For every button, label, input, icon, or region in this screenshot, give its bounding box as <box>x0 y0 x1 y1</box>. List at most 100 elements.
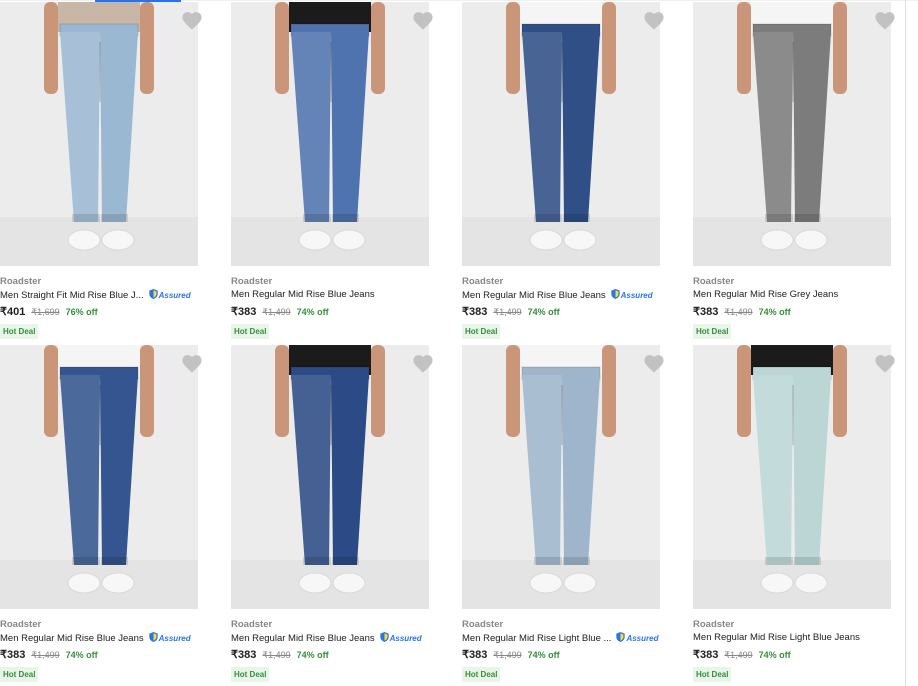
product-price: ₹383 <box>462 649 488 661</box>
shield-icon <box>610 289 620 301</box>
product-discount: 74% off <box>758 307 791 317</box>
product-card[interactable]: Roadster Men Straight Fit Mid Rise Blue … <box>0 2 202 342</box>
product-price: ₹383 <box>693 649 719 661</box>
product-title-row[interactable]: Men Regular Mid Rise Light Blue ... Assu… <box>462 632 658 644</box>
product-title-row[interactable]: Men Regular Mid Rise Blue Jeans Assured <box>462 289 653 301</box>
product-brand: Roadster <box>231 619 273 630</box>
hot-deal-badge: Hot Deal <box>0 324 39 339</box>
product-mrp: ₹1,499 <box>724 650 753 660</box>
product-price: ₹383 <box>0 649 26 661</box>
product-image[interactable] <box>693 2 891 266</box>
product-brand: Roadster <box>462 619 504 630</box>
product-title[interactable]: Men Regular Mid Rise Blue Jeans <box>462 290 606 301</box>
product-image[interactable] <box>693 345 891 609</box>
price-row: ₹383 ₹1,499 74% off <box>231 648 329 661</box>
product-price: ₹383 <box>693 306 719 318</box>
heart-icon[interactable] <box>182 355 202 373</box>
product-image-svg <box>462 345 660 609</box>
product-title[interactable]: Men Regular Mid Rise Blue Jeans <box>0 633 144 644</box>
product-brand: Roadster <box>462 276 504 287</box>
product-image[interactable] <box>0 2 198 266</box>
assured-badge: Assured <box>148 632 191 644</box>
product-image[interactable] <box>0 345 198 609</box>
product-image[interactable] <box>231 345 429 609</box>
hot-deal-badge: Hot Deal <box>462 324 501 339</box>
product-mrp: ₹1,699 <box>31 307 60 317</box>
product-title[interactable]: Men Regular Mid Rise Blue Jeans <box>231 289 375 300</box>
product-title-row[interactable]: Men Regular Mid Rise Blue Jeans <box>231 289 375 300</box>
product-discount: 74% off <box>65 650 98 660</box>
hot-deal-badge: Hot Deal <box>231 324 270 339</box>
product-image-svg <box>231 2 429 266</box>
heart-icon[interactable] <box>413 355 433 373</box>
shield-icon <box>148 632 158 644</box>
product-brand: Roadster <box>231 276 273 287</box>
product-mrp: ₹1,499 <box>262 307 291 317</box>
product-brand: Roadster <box>0 276 42 287</box>
product-title-row[interactable]: Men Regular Mid Rise Blue Jeans Assured <box>231 632 422 644</box>
product-title-row[interactable]: Men Regular Mid Rise Blue Jeans Assured <box>0 632 191 644</box>
product-image[interactable] <box>231 2 429 266</box>
product-price: ₹383 <box>462 306 488 318</box>
product-image[interactable] <box>462 2 660 266</box>
product-card[interactable]: Roadster Men Regular Mid Rise Blue Jeans… <box>231 345 433 685</box>
product-image-svg <box>693 345 891 609</box>
product-title-row[interactable]: Men Regular Mid Rise Grey Jeans <box>693 289 838 300</box>
hot-deal-badge: Hot Deal <box>693 667 732 682</box>
assured-badge: Assured <box>379 632 422 644</box>
shield-icon <box>148 289 158 301</box>
assured-label: Assured <box>158 290 191 300</box>
price-row: ₹383 ₹1,499 74% off <box>693 648 791 661</box>
product-card[interactable]: Roadster Men Regular Mid Rise Blue Jeans… <box>231 2 433 342</box>
shield-icon <box>379 632 389 644</box>
product-title-row[interactable]: Men Straight Fit Mid Rise Blue J... Assu… <box>0 289 191 301</box>
product-card[interactable]: Roadster Men Regular Mid Rise Blue Jeans… <box>462 2 664 342</box>
price-row: ₹383 ₹1,499 74% off <box>462 648 560 661</box>
hot-deal-badge: Hot Deal <box>0 667 39 682</box>
product-card[interactable]: Roadster Men Regular Mid Rise Light Blue… <box>693 345 895 685</box>
heart-icon[interactable] <box>875 12 895 30</box>
product-mrp: ₹1,499 <box>493 650 522 660</box>
assured-label: Assured <box>626 633 659 643</box>
product-mrp: ₹1,499 <box>724 307 753 317</box>
product-image[interactable] <box>462 345 660 609</box>
product-image-svg <box>693 2 891 266</box>
product-brand: Roadster <box>693 276 735 287</box>
product-brand: Roadster <box>693 619 735 630</box>
assured-label: Assured <box>158 633 191 643</box>
assured-label: Assured <box>620 290 653 300</box>
product-image-svg <box>231 345 429 609</box>
product-image-svg <box>0 2 198 266</box>
scrollbar-track[interactable] <box>905 0 906 686</box>
product-mrp: ₹1,499 <box>493 307 522 317</box>
heart-icon[interactable] <box>182 12 202 30</box>
price-row: ₹383 ₹1,499 74% off <box>0 648 98 661</box>
product-card[interactable]: Roadster Men Regular Mid Rise Light Blue… <box>462 345 664 685</box>
hot-deal-badge: Hot Deal <box>462 667 501 682</box>
product-title[interactable]: Men Regular Mid Rise Light Blue ... <box>462 633 611 644</box>
product-discount: 76% off <box>65 307 98 317</box>
product-image-svg <box>462 2 660 266</box>
product-card[interactable]: Roadster Men Regular Mid Rise Grey Jeans… <box>693 2 895 342</box>
product-discount: 74% off <box>527 307 560 317</box>
product-card[interactable]: Roadster Men Regular Mid Rise Blue Jeans… <box>0 345 202 685</box>
product-title-row[interactable]: Men Regular Mid Rise Light Blue Jeans <box>693 632 860 643</box>
heart-icon[interactable] <box>875 355 895 373</box>
product-title[interactable]: Men Regular Mid Rise Blue Jeans <box>231 633 375 644</box>
heart-icon[interactable] <box>644 355 664 373</box>
product-mrp: ₹1,499 <box>31 650 60 660</box>
price-row: ₹401 ₹1,699 76% off <box>0 305 98 318</box>
assured-label: Assured <box>389 633 422 643</box>
heart-icon[interactable] <box>413 12 433 30</box>
product-discount: 74% off <box>296 650 329 660</box>
product-title[interactable]: Men Regular Mid Rise Light Blue Jeans <box>693 632 860 643</box>
assured-badge: Assured <box>610 289 653 301</box>
product-title[interactable]: Men Straight Fit Mid Rise Blue J... <box>0 290 144 301</box>
product-discount: 74% off <box>296 307 329 317</box>
product-title[interactable]: Men Regular Mid Rise Grey Jeans <box>693 289 838 300</box>
heart-icon[interactable] <box>644 12 664 30</box>
product-discount: 74% off <box>527 650 560 660</box>
product-discount: 74% off <box>758 650 791 660</box>
product-mrp: ₹1,499 <box>262 650 291 660</box>
hot-deal-badge: Hot Deal <box>231 667 270 682</box>
